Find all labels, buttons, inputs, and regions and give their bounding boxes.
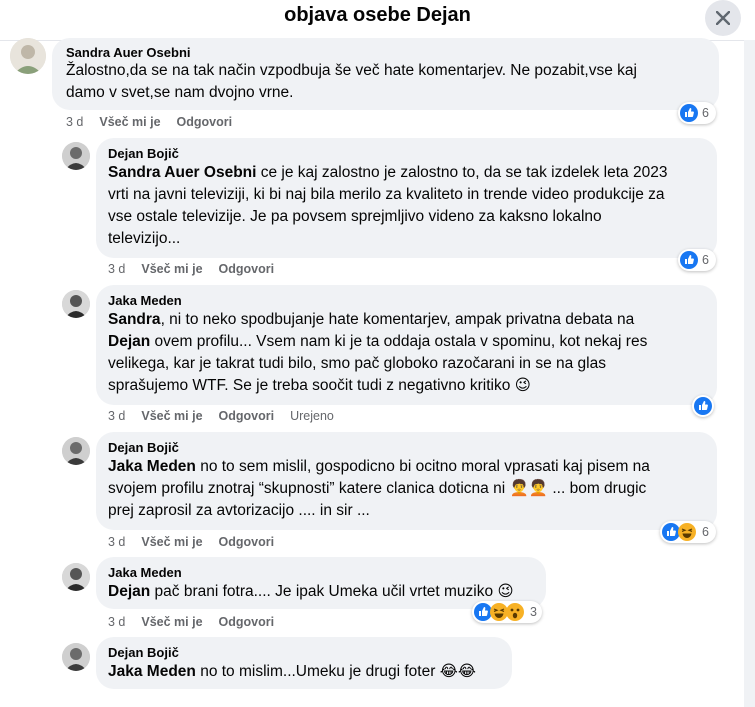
mention-link[interactable]: Sandra Auer Osebni [108,164,256,181]
comment-time[interactable]: 3 d [108,262,125,276]
comment-author[interactable]: Jaka Meden [108,293,182,308]
avatar[interactable] [62,563,90,591]
mention-link[interactable]: Sandra [108,311,161,328]
comment-meta: 3 d Všeč mi je Odgovori [66,115,248,129]
comment-text: Sandra Auer Osebni ce je kaj zalostno je… [108,164,668,247]
comment-text: Jaka Meden no to mislim...Umeku je drugi… [108,663,476,680]
scrollbar[interactable] [744,40,755,707]
comment-time[interactable]: 3 d [108,615,125,629]
comment-text: Dejan pač brani fotra.... Je ipak Umeka … [108,583,514,600]
mention-link[interactable]: Dejan [108,583,150,600]
reaction-count: 6 [702,525,709,539]
reaction-summary[interactable] [692,395,714,417]
reaction-summary[interactable]: 6 [678,102,716,124]
comment-author[interactable]: Dejan Bojič [108,440,179,455]
comment-author[interactable]: Sandra Auer Osebni [66,45,191,60]
reaction-count: 6 [702,253,709,267]
wow-reaction-icon [506,603,524,621]
comment-time[interactable]: 3 d [108,535,125,549]
comment-meta: 3 d Všeč mi je Odgovori Urejeno [108,409,350,423]
comment-meta: 3 d Všeč mi je Odgovori [108,262,290,276]
reply-action[interactable]: Odgovori [219,535,275,549]
comment-time[interactable]: 3 d [108,409,125,423]
like-reaction-icon [694,397,712,415]
like-reaction-icon [680,104,698,122]
avatar[interactable] [10,38,46,74]
comment-meta: 3 d Všeč mi je Odgovori [108,535,290,549]
like-action[interactable]: Všeč mi je [141,535,202,549]
close-button[interactable] [705,0,741,36]
like-action[interactable]: Všeč mi je [141,615,202,629]
reaction-summary[interactable]: 6 [660,521,716,543]
edited-label: Urejeno [290,409,334,423]
reaction-summary[interactable]: 3 [472,601,542,623]
close-icon [716,11,730,25]
reply-action[interactable]: Odgovori [177,115,233,129]
reaction-summary[interactable]: 6 [678,249,716,271]
comment-meta: 3 d Všeč mi je Odgovori [108,615,290,629]
comment-text: Sandra, ni to neko spodbujanje hate kome… [108,311,648,394]
reaction-count: 3 [530,605,537,619]
dialog-title: objava osebe Dejan [284,4,471,26]
comment-author[interactable]: Dejan Bojič [108,146,179,161]
comment-author[interactable]: Dejan Bojič [108,645,179,660]
reply-action[interactable]: Odgovori [219,615,275,629]
like-action[interactable]: Všeč mi je [141,262,202,276]
avatar[interactable] [62,437,90,465]
mention-link[interactable]: Jaka Meden [108,663,196,680]
haha-reaction-icon [678,523,696,541]
mention-link[interactable]: Dejan [108,333,150,350]
comment-author[interactable]: Jaka Meden [108,565,182,580]
avatar[interactable] [62,142,90,170]
mention-link[interactable]: Jaka Meden [108,458,196,475]
avatar[interactable] [62,290,90,318]
reply-action[interactable]: Odgovori [219,262,275,276]
like-action[interactable]: Všeč mi je [141,409,202,423]
reply-action[interactable]: Odgovori [219,409,275,423]
dialog-header: objava osebe Dejan [0,0,755,38]
reaction-count: 6 [702,106,709,120]
comment-text: Žalostno,da se na tak način vzpodbuja še… [66,62,637,101]
comment-text: Jaka Meden no to sem mislil, gospodicno … [108,458,650,519]
like-reaction-icon [680,251,698,269]
avatar[interactable] [62,643,90,671]
like-action[interactable]: Všeč mi je [99,115,160,129]
comment-time[interactable]: 3 d [66,115,83,129]
